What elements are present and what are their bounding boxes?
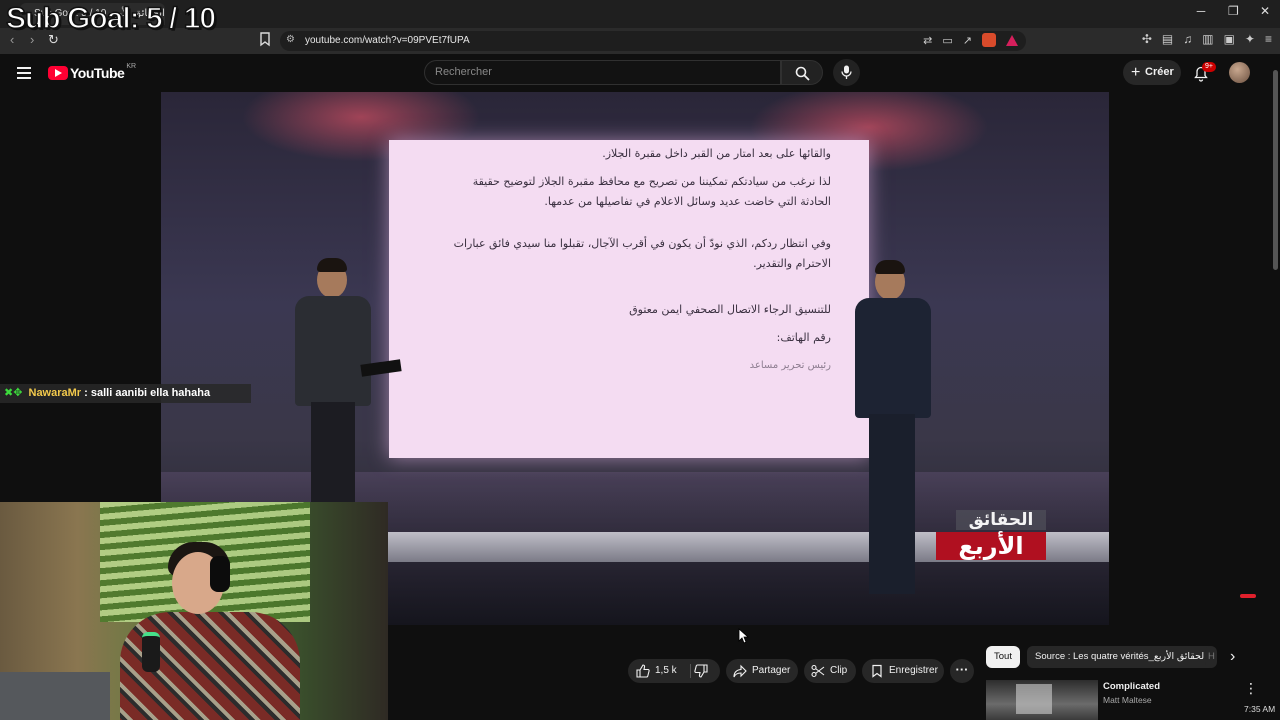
share-label: Partager	[752, 665, 791, 676]
recommendation-channel[interactable]: Matt Maltese	[1103, 695, 1152, 705]
chat-message: ✖✥ NawaraMr : salli aanibi ella hahaha	[0, 384, 251, 403]
presenter-left	[289, 258, 402, 502]
address-bar[interactable]: ⚙ youtube.com/watch?v=09PVEt7fUPA ⇄ ▭ ↗	[280, 31, 1026, 51]
reading-list-icon[interactable]: ▤	[1162, 32, 1173, 46]
doc-line: للتنسيق الرجاء الاتصال الصحفي ايمن معتوق	[629, 303, 831, 316]
share-button[interactable]: Partager	[726, 659, 798, 683]
doc-line: وفي انتظار ردكم، الذي نودّ أن يكون في أق…	[453, 237, 831, 270]
brave-shield-icon[interactable]	[982, 33, 996, 47]
voice-search-button[interactable]	[833, 59, 860, 86]
doc-line: لذا نرغب من سيادتكم تمكيننا من تصريح مع …	[472, 175, 831, 208]
search-icon	[795, 66, 810, 81]
recommendation-title[interactable]: Complicated	[1103, 681, 1160, 692]
region-code: KR	[126, 62, 137, 70]
show-logo: الحقائق الأربع	[936, 510, 1046, 576]
clip-label: Clip	[830, 665, 848, 676]
save-label: Enregistrer	[889, 665, 938, 676]
scroll-thumb[interactable]	[1273, 70, 1278, 270]
cast-icon[interactable]: ▭	[942, 34, 952, 47]
close-window-icon[interactable]: ✕	[1260, 4, 1270, 18]
save-button[interactable]: Enregistrer	[862, 659, 944, 683]
url-actions: ⇄ ▭ ↗	[923, 33, 1018, 47]
chevron-right-icon[interactable]: ›	[1230, 648, 1235, 666]
webcam-overlay	[0, 502, 388, 720]
search-box[interactable]: Rechercher	[424, 60, 781, 85]
chip-more[interactable]: H	[1205, 646, 1217, 668]
account-avatar[interactable]	[1229, 62, 1250, 83]
sidebar-icon[interactable]: ▥	[1202, 32, 1213, 46]
share-page-icon[interactable]: ↗	[963, 34, 972, 47]
minimize-icon[interactable]: ─	[1196, 4, 1206, 18]
like-count[interactable]: 1,5 k	[655, 659, 677, 683]
doc-line: رقم الهاتف:	[776, 331, 831, 344]
mouse-cursor-icon	[738, 628, 750, 644]
youtube-play-icon	[48, 66, 68, 80]
doc-line: والقائها على بعد امتار من القبر داخل مقب…	[602, 147, 831, 160]
window-controls: ─ ❐ ✕	[1196, 4, 1270, 18]
rewards-icon[interactable]	[1006, 34, 1018, 46]
show-logo-top: الحقائق	[956, 510, 1046, 530]
notification-badge: 9+	[1202, 62, 1216, 72]
restore-icon[interactable]: ❐	[1228, 4, 1239, 18]
extension-icons: ✣ ▤ ♫ ▥ ▣ ✦ ≡	[1142, 32, 1272, 46]
system-clock: 7:35 AM	[1244, 704, 1276, 714]
translate-icon[interactable]: ⇄	[923, 34, 932, 47]
ai-sparkle-icon[interactable]: ✦	[1245, 32, 1255, 46]
youtube-header: YouTube KR Rechercher + Créer 9+	[0, 54, 1280, 92]
microphone-icon	[841, 65, 852, 79]
like-dislike-group: 1,5 k	[628, 659, 720, 683]
browser-menu-icon[interactable]: ≡	[1265, 32, 1272, 46]
site-info-icon[interactable]: ⚙	[286, 34, 295, 45]
menu-icon[interactable]	[17, 67, 31, 79]
search-button[interactable]	[781, 60, 823, 85]
bookmark-icon[interactable]	[257, 31, 273, 47]
dislike-icon[interactable]	[694, 664, 708, 678]
chip-source[interactable]: Source : Les quatre vérités_الحقائق الأر…	[1027, 646, 1215, 668]
youtube-logo[interactable]: YouTube KR	[48, 62, 137, 81]
live-indicator	[1240, 594, 1256, 598]
show-logo-bottom: الأربع	[936, 532, 1046, 560]
chip-all[interactable]: Tout	[986, 646, 1020, 668]
clip-button[interactable]: Clip	[804, 659, 856, 683]
more-actions-button[interactable]: ···	[950, 659, 974, 683]
wallet-icon[interactable]: ▣	[1224, 32, 1235, 46]
url-text[interactable]: youtube.com/watch?v=09PVEt7fUPA	[305, 35, 470, 46]
chat-badges: ✖✥	[4, 387, 23, 399]
share-icon	[733, 664, 747, 678]
sub-goal-overlay: Sub Goal: 5 / 10	[5, 1, 217, 36]
chat-text: : salli aanibi ella hahaha	[84, 387, 211, 399]
bookmark-save-icon	[872, 664, 882, 678]
like-icon[interactable]	[636, 664, 650, 678]
recommendation-thumbnail[interactable]	[986, 680, 1098, 720]
page-scrollbar[interactable]	[1271, 54, 1280, 704]
create-button[interactable]: + Créer	[1123, 60, 1181, 85]
extensions-puzzle-icon[interactable]: ✣	[1142, 32, 1152, 46]
scissors-icon	[811, 664, 825, 678]
kebab-menu-icon[interactable]: ⋮	[1244, 680, 1258, 697]
doc-line: رئيس تحرير مساعد	[749, 360, 831, 371]
create-label: Créer	[1145, 66, 1174, 78]
youtube-wordmark: YouTube	[70, 65, 125, 81]
media-icon[interactable]: ♫	[1183, 32, 1192, 46]
search-input[interactable]: Rechercher	[435, 66, 492, 78]
chat-username: NawaraMr	[28, 387, 82, 399]
document-on-screen: والقائها على بعد امتار من القبر داخل مقب…	[389, 140, 869, 458]
plus-icon: +	[1131, 64, 1141, 81]
